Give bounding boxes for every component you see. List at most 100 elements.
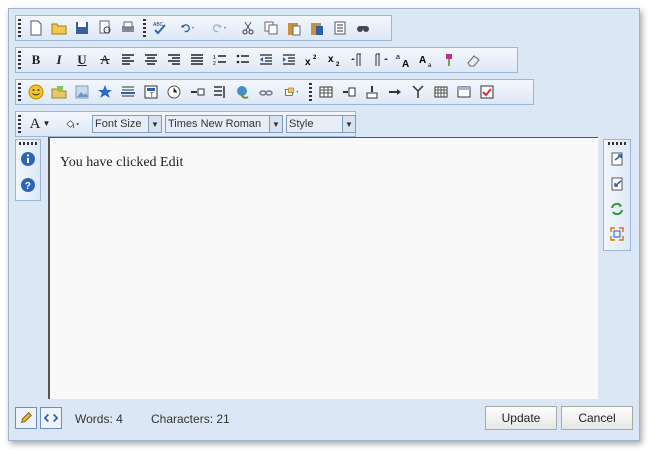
bullet-list-icon[interactable] — [233, 51, 253, 69]
horizontal-rule-icon[interactable] — [118, 83, 138, 101]
image-icon[interactable] — [72, 83, 92, 101]
unlink-icon[interactable] — [256, 83, 276, 101]
character-count: Characters: 21 — [151, 412, 230, 426]
text-color-label: A — [29, 116, 41, 132]
chevron-down-icon: ▼ — [148, 116, 161, 132]
font-name-select[interactable]: Times New Roman ▼ — [165, 115, 283, 133]
copy-icon[interactable] — [261, 19, 281, 37]
toolbar-grip[interactable] — [19, 142, 37, 145]
insert-field-icon[interactable] — [187, 83, 207, 101]
hyperlink-icon[interactable] — [233, 83, 253, 101]
superscript-icon[interactable]: x2 — [302, 51, 322, 69]
delete-row-icon[interactable] — [385, 83, 405, 101]
image-manager-icon[interactable] — [49, 83, 69, 101]
open-folder-icon[interactable] — [49, 19, 69, 37]
status-bar: Words: 4 Characters: 21 Update Cancel — [15, 405, 635, 433]
toolbar-row-4: A ▼ Font Size ▼ Times New Roman ▼ Style ▼ — [15, 111, 356, 137]
pencil-icon — [21, 412, 32, 423]
new-document-icon[interactable] — [26, 19, 46, 37]
bookmark-star-icon[interactable] — [95, 83, 115, 101]
align-center-icon[interactable] — [141, 51, 161, 69]
split-cell-icon[interactable] — [408, 83, 428, 101]
word-count: Words: 4 — [75, 412, 123, 426]
help-icon[interactable]: ? — [19, 176, 37, 194]
numbered-list-icon[interactable]: 12 — [210, 51, 230, 69]
paste-icon[interactable] — [284, 19, 304, 37]
export-icon[interactable] — [608, 150, 626, 168]
convert-case-icon[interactable]: aA — [394, 51, 414, 69]
cancel-button[interactable]: Cancel — [561, 406, 633, 430]
chars-label: Characters: — [151, 412, 214, 426]
subscript-icon[interactable]: x2 — [325, 51, 345, 69]
font-name-label: Times New Roman — [168, 118, 262, 130]
separator — [309, 83, 312, 101]
eraser-icon[interactable] — [463, 51, 483, 69]
highlight-color-icon[interactable] — [58, 115, 88, 133]
font-case-icon[interactable]: Aa — [417, 51, 437, 69]
toolbar-grip[interactable] — [608, 142, 626, 145]
code-icon — [44, 413, 58, 423]
svg-text:2: 2 — [213, 61, 216, 67]
toolbar-area: ABC B I U A 12 x2 x2 a A A a T A ▼ Font … — [15, 15, 635, 141]
svg-text:a: a — [428, 63, 432, 68]
cell-properties-icon[interactable] — [477, 83, 497, 101]
print-icon[interactable] — [118, 19, 138, 37]
style-label: Style — [289, 118, 314, 130]
undo-icon[interactable] — [174, 19, 202, 37]
svg-text:?: ? — [25, 181, 31, 192]
chars-value: 21 — [216, 412, 230, 426]
toolbar-grip[interactable] — [18, 83, 21, 101]
cut-icon[interactable] — [238, 19, 258, 37]
refresh-icon[interactable] — [608, 200, 626, 218]
ltr-icon[interactable] — [348, 51, 368, 69]
toolbar-grip[interactable] — [18, 19, 21, 37]
insert-table-icon[interactable] — [316, 83, 336, 101]
table-grid-icon[interactable] — [431, 83, 451, 101]
date-time-icon[interactable] — [164, 83, 184, 101]
info-icon[interactable] — [19, 150, 37, 168]
underline-button[interactable]: U — [72, 51, 92, 69]
spellcheck-icon[interactable]: ABC — [150, 19, 170, 37]
fullscreen-icon[interactable] — [608, 225, 626, 243]
svg-text:2: 2 — [313, 55, 317, 61]
words-value: 4 — [116, 412, 123, 426]
redo-icon[interactable] — [206, 19, 234, 37]
table-properties-icon[interactable] — [454, 83, 474, 101]
insert-row-icon[interactable] — [339, 83, 359, 101]
editor-content[interactable]: You have clicked Edit — [48, 137, 598, 399]
font-size-label: Font Size — [95, 118, 142, 130]
html-editor: ABC B I U A 12 x2 x2 a A A a T A ▼ Font … — [8, 8, 640, 441]
paste-from-word-icon[interactable] — [307, 19, 327, 37]
paste-plain-text-icon[interactable] — [330, 19, 350, 37]
rtl-icon[interactable] — [371, 51, 391, 69]
font-size-select[interactable]: Font Size ▼ — [92, 115, 162, 133]
print-preview-icon[interactable] — [95, 19, 115, 37]
toolbar-grip[interactable] — [18, 51, 21, 69]
svg-text:A: A — [419, 55, 426, 66]
template-icon[interactable]: T — [141, 83, 161, 101]
design-mode-button[interactable] — [15, 407, 37, 429]
find-replace-icon[interactable] — [353, 19, 373, 37]
form-elements-icon[interactable] — [279, 83, 307, 101]
smiley-icon[interactable] — [26, 83, 46, 101]
align-left-icon[interactable] — [118, 51, 138, 69]
italic-button[interactable]: I — [49, 51, 69, 69]
align-right-icon[interactable] — [164, 51, 184, 69]
insert-column-icon[interactable] — [362, 83, 382, 101]
style-select[interactable]: Style ▼ — [286, 115, 356, 133]
toolbar-grip[interactable] — [18, 115, 21, 133]
strikethrough-button[interactable]: A — [95, 51, 115, 69]
toolbar-row-2: B I U A 12 x2 x2 aA Aa — [15, 47, 518, 73]
chevron-down-icon: ▼ — [269, 116, 282, 132]
html-mode-button[interactable] — [40, 407, 62, 429]
indent-icon[interactable] — [279, 51, 299, 69]
text-color-button[interactable]: A ▼ — [26, 115, 54, 133]
format-painter-icon[interactable] — [440, 51, 460, 69]
justify-icon[interactable] — [187, 51, 207, 69]
update-button[interactable]: Update — [485, 406, 557, 430]
bold-button[interactable]: B — [26, 51, 46, 69]
import-icon[interactable] — [608, 175, 626, 193]
outdent-icon[interactable] — [256, 51, 276, 69]
save-icon[interactable] — [72, 19, 92, 37]
paragraph-icon[interactable] — [210, 83, 230, 101]
